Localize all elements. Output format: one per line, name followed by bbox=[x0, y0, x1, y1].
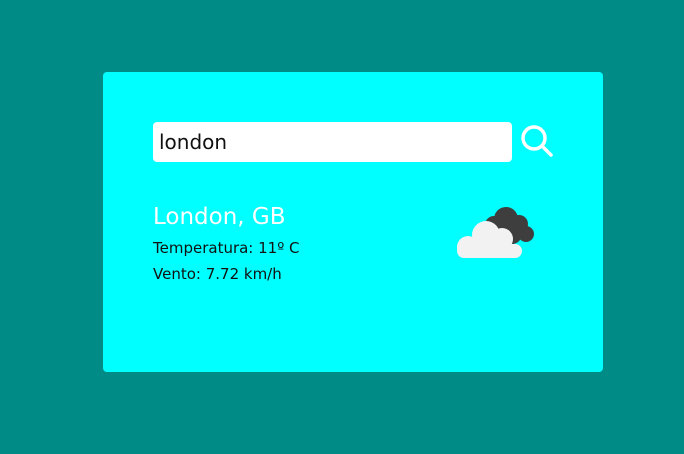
search-input[interactable] bbox=[153, 122, 512, 162]
search-icon bbox=[521, 125, 553, 157]
city-name: London, GB bbox=[153, 204, 286, 230]
wind-text: Vento: 7.72 km/h bbox=[153, 265, 282, 283]
weather-card: London, GB Temperatura: 11º C Vento: 7.7… bbox=[103, 72, 603, 372]
temperature-text: Temperatura: 11º C bbox=[153, 239, 300, 257]
search-bar bbox=[153, 122, 555, 162]
cloudy-icon bbox=[457, 207, 534, 258]
search-button[interactable] bbox=[518, 122, 556, 160]
